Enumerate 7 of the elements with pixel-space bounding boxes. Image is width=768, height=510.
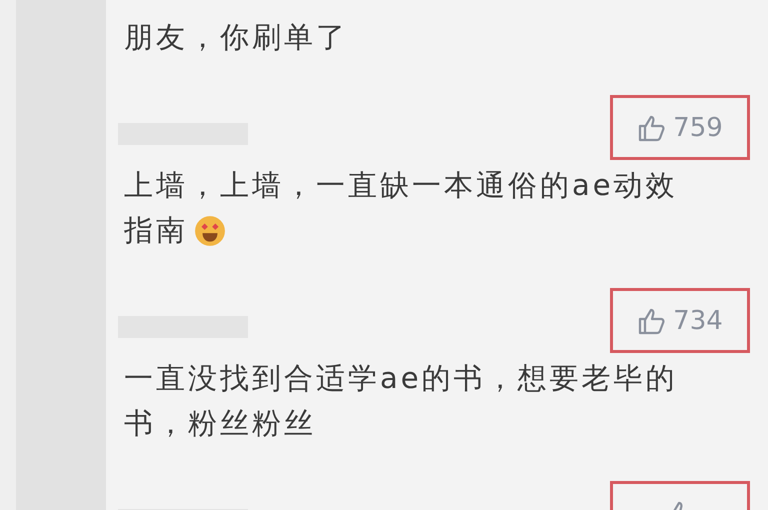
like-count: 734 bbox=[673, 306, 723, 336]
comment-text: 书，粉丝粉丝 bbox=[124, 405, 316, 442]
comment-text: 上墙，上墙，一直缺一本通俗的ae动效 bbox=[124, 167, 678, 204]
comment-text: 指南 bbox=[124, 212, 188, 249]
like-count: 759 bbox=[673, 112, 723, 142]
comment-text: 朋友，你刷单了 bbox=[124, 19, 348, 56]
comment-text: 一直没找到合适学ae的书，想要老毕的 bbox=[124, 360, 678, 397]
